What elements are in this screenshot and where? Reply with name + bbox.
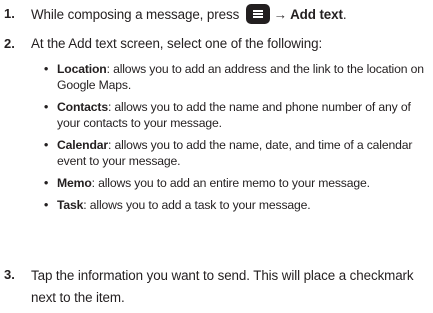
step-text: At the Add text screen, select one of th… [31,36,323,51]
bullet-icon: • [44,176,49,190]
bullet-icon: • [44,62,49,76]
option-term: Memo [57,176,92,190]
option-desc: : allows you to add the name and phone n… [57,100,411,130]
bullet-icon: • [44,138,49,152]
step-number: 3. [4,267,15,282]
step-action: Add text [290,7,343,22]
option-desc: : allows you to add an address and the l… [57,62,424,92]
bullet-icon: • [44,198,49,212]
step-period: . [342,7,347,22]
option-desc: : allows you to add the name, date, and … [57,138,413,168]
instructions-page: 1. While composing a message, press → Add… [0,0,433,313]
menu-key-icon [245,4,270,24]
options-list: • Location: allows you to add an address… [44,61,427,213]
option-term: Task [57,198,84,212]
option-term: Location [57,62,107,76]
option-desc: : allows you to add a task to your messa… [83,198,311,212]
list-item-contacts: • Contacts: allows you to add the name a… [44,99,427,131]
step-number: 2. [4,36,15,51]
option-term: Contacts [57,100,108,114]
list-item-location: • Location: allows you to add an address… [44,61,427,93]
bullet-icon: • [44,100,49,114]
list-item-calendar: • Calendar: allows you to add the name, … [44,137,427,169]
option-desc: : allows you to add an entire memo to yo… [91,176,370,190]
list-item-task: • Task: allows you to add a task to your… [44,197,427,213]
arrow-icon: → [273,7,288,22]
step-text: Tap the information you want to send. Th… [31,268,414,305]
step-text: While composing a message, press → Add te… [31,4,427,25]
step-number: 1. [4,6,15,21]
option-term: Calendar [57,138,108,152]
step-text-before: While composing a message, press [31,7,240,22]
list-item-memo: • Memo: allows you to add an entire memo… [44,175,427,191]
